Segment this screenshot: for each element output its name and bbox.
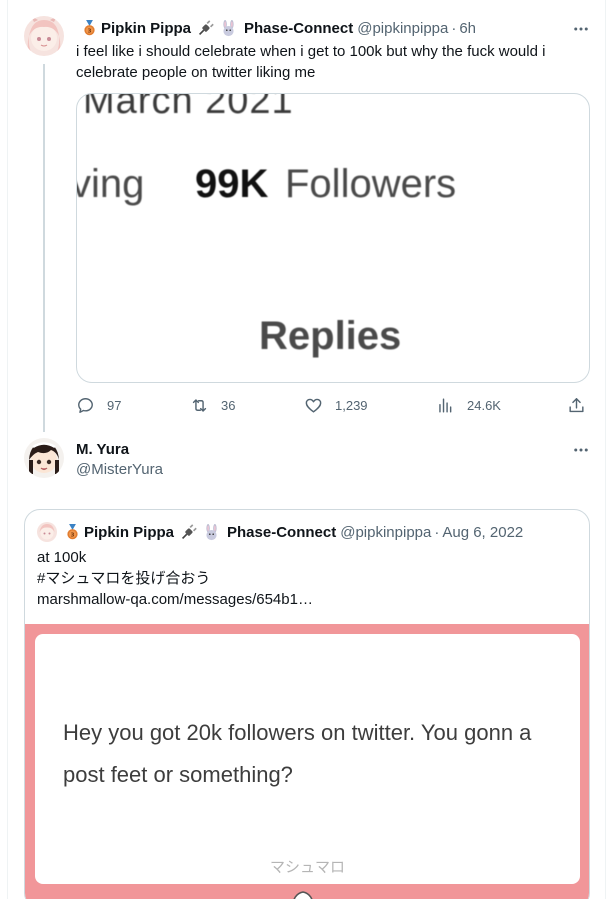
reply-header-name-row: M. Yura <box>76 441 129 458</box>
separator-dot: · <box>451 20 457 37</box>
timeline-border-right <box>605 0 606 899</box>
share-button[interactable] <box>567 396 598 415</box>
medal-icon: 3 <box>81 20 98 37</box>
svg-text:3: 3 <box>88 28 92 34</box>
marshmallow-brand: マシュマロ <box>269 859 345 876</box>
timeline-border-left <box>7 0 8 899</box>
tweet-header: 3 Pipkin Pippa Phase-Connect @pipkinpipp… <box>78 20 476 37</box>
share-icon <box>569 398 584 413</box>
quoted-text-line-1: at 100k <box>37 549 87 566</box>
quoted-hashtag[interactable]: #マシュマロを投げ合おう <box>37 568 210 589</box>
quoted-org-name: Phase-Connect <box>227 523 337 541</box>
svg-text:3: 3 <box>71 532 75 538</box>
quoted-separator-dot: · <box>434 523 440 541</box>
timestamp[interactable]: 6h <box>459 20 476 37</box>
org-name[interactable]: Phase-Connect <box>244 20 353 37</box>
handle[interactable]: @pipkinpippa <box>357 20 448 37</box>
reply-display-name[interactable]: M. Yura <box>76 441 129 458</box>
more-icon <box>574 448 588 452</box>
media-replies-label: Replies <box>259 314 402 358</box>
reply-handle[interactable]: @MisterYura <box>76 461 163 478</box>
like-icon <box>305 398 322 413</box>
marshmallow-card: Hey you got 20k followers on twitter. Yo… <box>35 634 580 884</box>
more-icon <box>574 27 588 31</box>
medal-icon: 3 <box>64 523 81 541</box>
media-followers-label: Followers <box>285 162 457 206</box>
more-button[interactable] <box>571 19 591 39</box>
tweet-text: i feel like i should celebrate when i ge… <box>76 43 546 81</box>
avatar-m-yura[interactable] <box>24 438 64 478</box>
quoted-media-image[interactable]: Hey you got 20k followers on twitter. Yo… <box>25 624 589 899</box>
like-count: 1,239 <box>335 398 368 413</box>
marshmallow-question: Hey you got 20k followers on twitter. Yo… <box>63 720 532 787</box>
views-button[interactable]: 24.6K <box>436 396 501 415</box>
avatar-pipkin-pippa-image <box>24 16 64 56</box>
plug-icon <box>180 523 197 541</box>
retweet-button[interactable]: 36 <box>190 396 235 415</box>
quoted-avatar <box>37 522 57 542</box>
avatar-m-yura-image <box>24 438 64 478</box>
quoted-link[interactable]: marshmallow-qa.com/messages/654b1… <box>37 589 313 610</box>
media-following-fragment: ving <box>76 162 145 206</box>
rabbit-icon <box>203 523 220 541</box>
tweet-media-image[interactable]: March 2021 ving 99K Followers Replies <box>76 93 590 383</box>
media-month-text: March 2021 <box>83 93 294 122</box>
like-button[interactable]: 1,239 <box>304 396 368 415</box>
reply-count: 97 <box>107 398 122 413</box>
reply-header-handle-row: @MisterYura <box>76 461 163 478</box>
plug-icon <box>197 20 214 37</box>
avatar-pipkin-pippa[interactable] <box>24 16 64 56</box>
retweet-icon <box>192 399 207 412</box>
view-count: 24.6K <box>467 398 501 413</box>
quoted-tweet-header: 3 Pipkin Pippa Phase-Connect @pipkinpipp… <box>37 522 523 542</box>
marshmallow-logo-icon <box>293 891 313 899</box>
quoted-handle: @pipkinpippa <box>340 523 432 541</box>
reply-button[interactable]: 97 <box>76 396 121 415</box>
quoted-tweet[interactable]: 3 Pipkin Pippa Phase-Connect @pipkinpipp… <box>24 509 590 899</box>
thread-connector-line <box>43 64 45 432</box>
reply-more-button[interactable] <box>571 440 591 460</box>
display-name[interactable]: Pipkin Pippa <box>101 20 191 37</box>
views-icon <box>439 398 452 413</box>
quoted-display-name: Pipkin Pippa <box>84 523 175 541</box>
media-follower-count: 99K <box>195 162 269 206</box>
quoted-date: Aug 6, 2022 <box>442 523 524 541</box>
retweet-count: 36 <box>221 398 236 413</box>
reply-icon <box>78 398 93 413</box>
rabbit-icon <box>220 20 237 37</box>
